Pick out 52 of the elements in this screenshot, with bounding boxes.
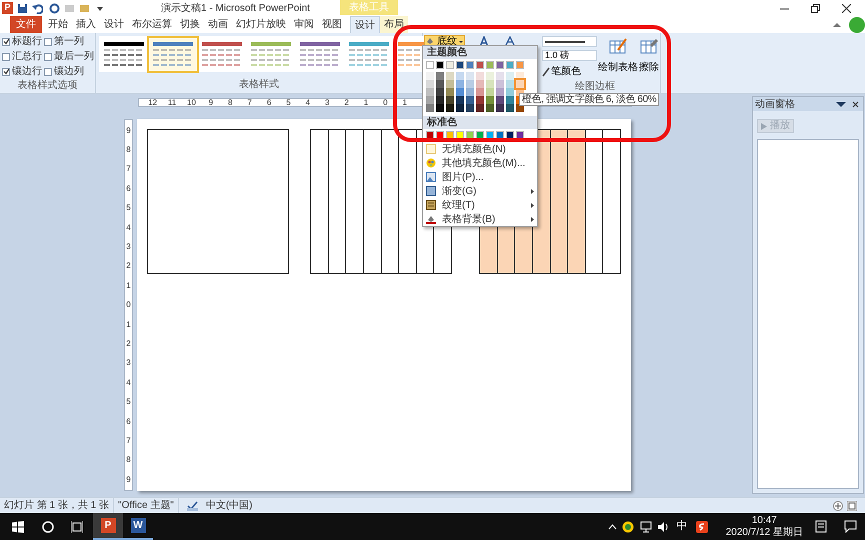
context-tab-group-label: 表格工具: [340, 0, 398, 15]
ruler-number: 1: [126, 280, 131, 292]
ruler-number: 7: [126, 434, 131, 447]
group-label: 表格样式: [238, 78, 280, 92]
pane-title: 动画窗格: [755, 98, 795, 112]
ruler-number: 12: [147, 98, 158, 106]
ruler-number: 4: [304, 98, 312, 106]
checkbox-label: 标题行: [12, 35, 42, 48]
app-logo-icon: W: [130, 518, 146, 533]
checkbox-label: 镶边列: [54, 65, 84, 78]
ruler-number: 8: [126, 454, 131, 466]
ruler-number: 7: [246, 98, 253, 106]
checkbox-label: 第一列: [54, 35, 84, 48]
ruler-number: 8: [227, 98, 234, 106]
app-logo-icon: P: [100, 518, 116, 533]
ruler-number: 1: [402, 98, 408, 106]
menu-section-header: 标准色: [423, 116, 537, 129]
ruler-number: 5: [285, 98, 292, 106]
checkbox-label: 镶边行: [12, 65, 42, 78]
ruler-number: 6: [126, 182, 131, 195]
ruler-number: 5: [126, 202, 131, 214]
ruler-number: 2: [343, 98, 350, 106]
ruler-number: 1: [362, 98, 370, 106]
ruler-number: 1: [126, 318, 131, 331]
ruler-number: 3: [126, 357, 131, 370]
ruler-number: 8: [126, 144, 131, 156]
ruler-number: 9: [126, 474, 131, 486]
ruler-number: 6: [126, 416, 131, 428]
ruler-number: 2: [126, 338, 131, 350]
ruler-number: 7: [126, 163, 131, 176]
checkbox-label: 汇总行: [12, 50, 42, 63]
ruler-number: 3: [324, 98, 330, 106]
menu-section-header: 主题颜色: [423, 46, 537, 59]
ruler-number: 4: [126, 376, 131, 389]
ruler-number: 10: [186, 98, 197, 106]
ruler-number: 2: [126, 260, 131, 272]
ruler-number: 6: [266, 98, 272, 106]
ruler-number: 3: [126, 241, 131, 254]
ruler-number: 9: [126, 124, 131, 137]
ruler-number: 0: [382, 98, 389, 106]
ruler-number: 9: [208, 98, 214, 106]
ruler-number: 0: [126, 299, 131, 312]
ruler-number: 4: [126, 222, 131, 234]
tooltip: 橙色, 强调文字颜色 6, 淡色 60%: [519, 93, 660, 106]
window-title: 演示文稿1 - Microsoft PowerPoint: [161, 2, 310, 16]
group-label: 绘图边框: [575, 80, 615, 94]
checkbox-label: 最后一列: [54, 50, 94, 63]
app-logo-icon: P: [2, 2, 13, 14]
group-label: 表格样式选项: [16, 78, 78, 93]
ruler-number: 5: [126, 396, 131, 408]
ruler-number: 11: [166, 98, 178, 106]
status-text: 中文(中国): [204, 498, 254, 513]
